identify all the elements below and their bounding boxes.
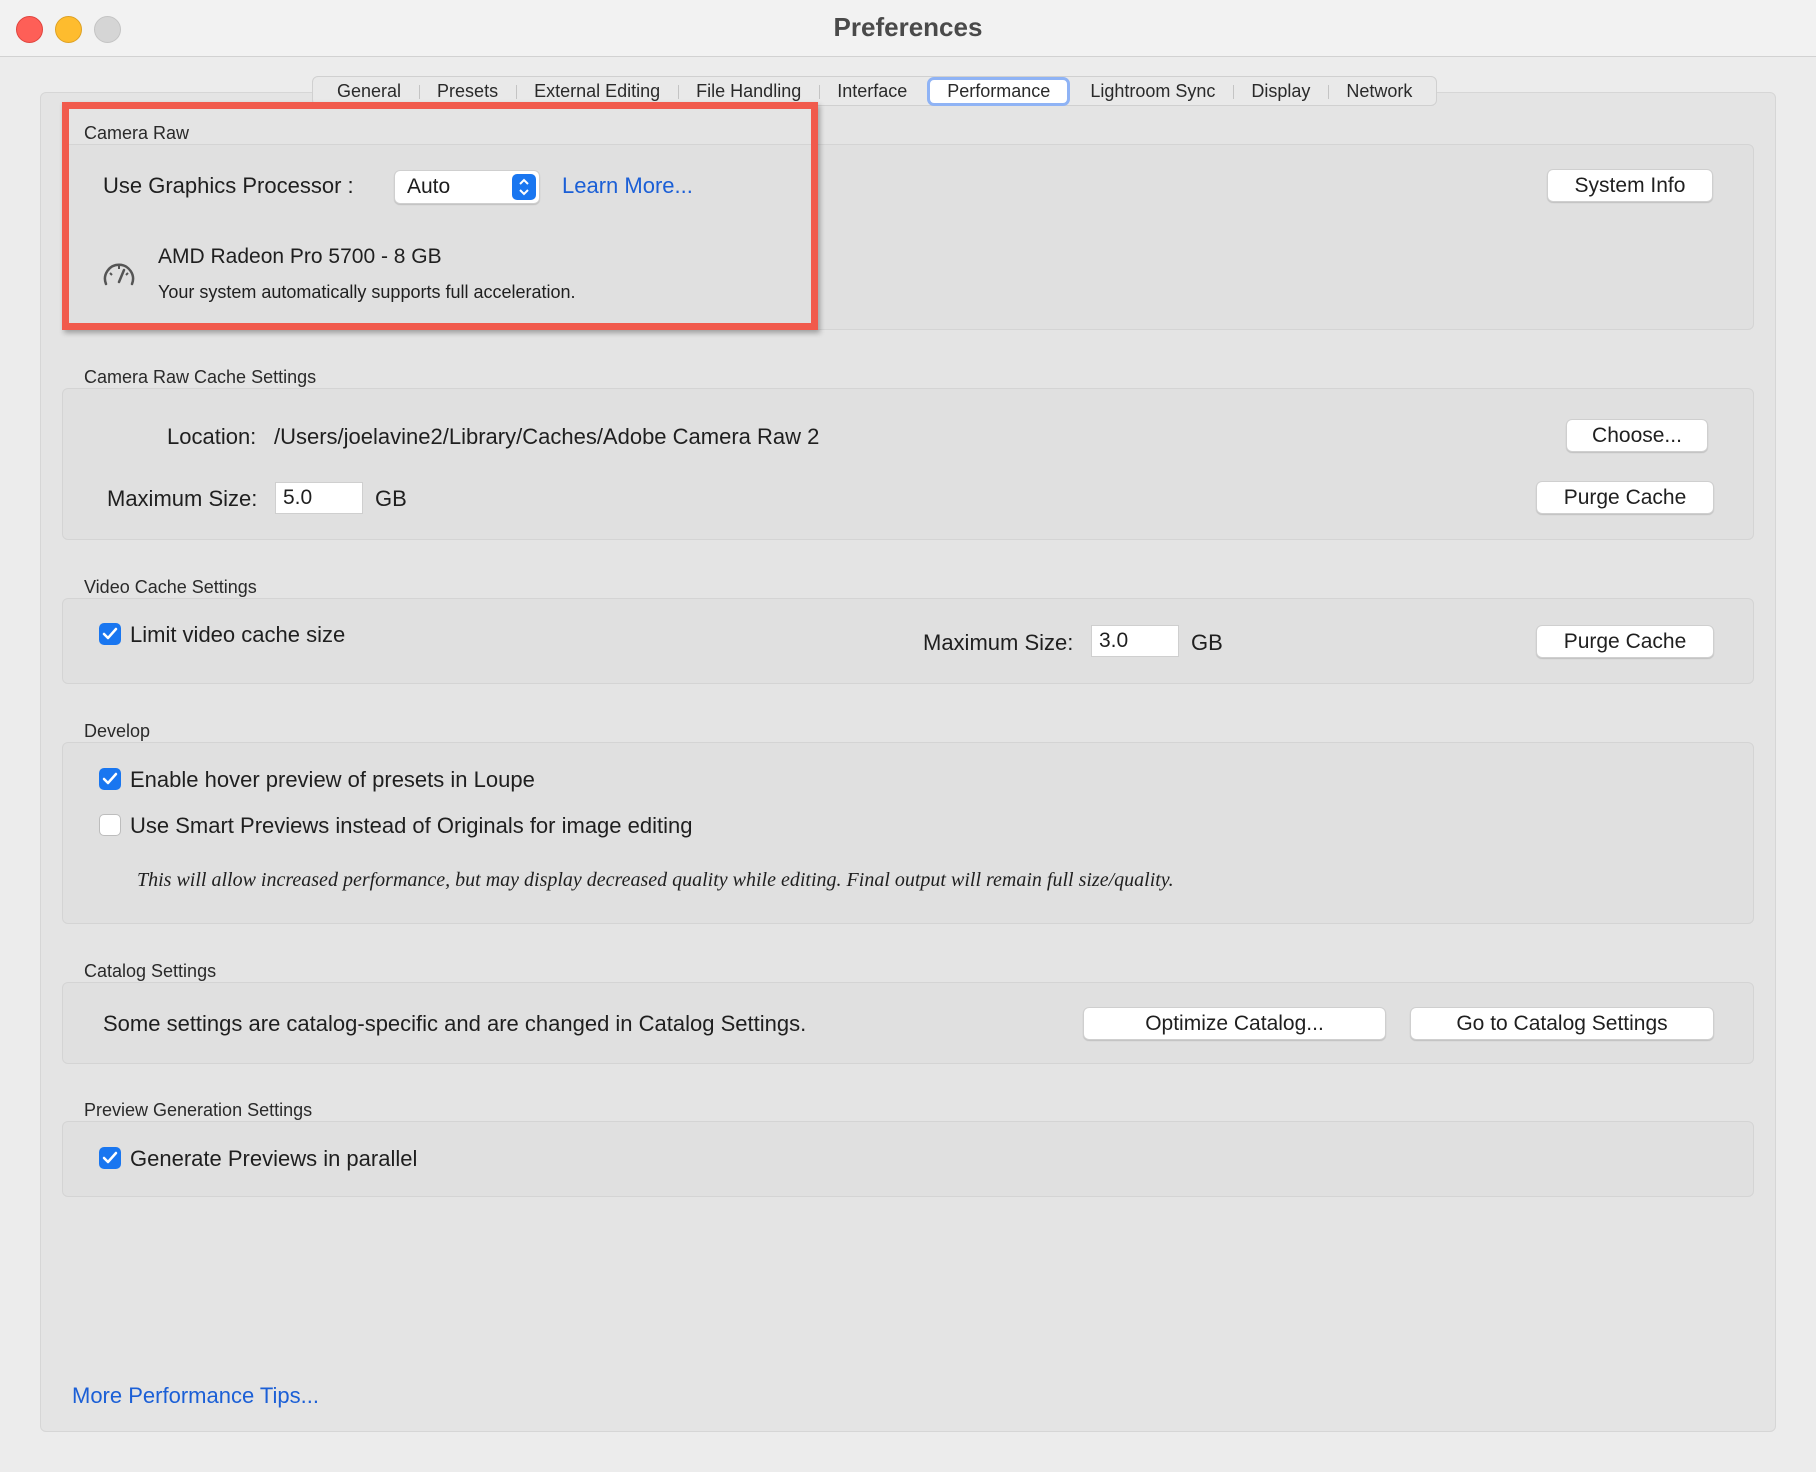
catalog-panel: Some settings are catalog-specific and a… xyxy=(62,982,1754,1064)
cache-max-size-label: Maximum Size: xyxy=(107,486,258,511)
window-title: Preferences xyxy=(833,12,983,42)
more-performance-tips-link[interactable]: More Performance Tips... xyxy=(72,1383,319,1409)
smart-previews-label: Use Smart Previews instead of Originals … xyxy=(130,813,693,838)
tab-display[interactable]: Display xyxy=(1233,79,1328,104)
tab-general[interactable]: General xyxy=(319,79,419,104)
hover-preview-label: Enable hover preview of presets in Loupe xyxy=(130,767,535,792)
system-info-button[interactable]: System Info xyxy=(1547,169,1713,202)
limit-video-cache-label: Limit video cache size xyxy=(130,622,346,647)
tab-network[interactable]: Network xyxy=(1328,79,1430,104)
tab-external-editing[interactable]: External Editing xyxy=(516,79,678,104)
limit-video-cache-checkbox[interactable] xyxy=(99,623,121,645)
video-section-title: Video Cache Settings xyxy=(84,577,257,597)
tab-lightroom-sync[interactable]: Lightroom Sync xyxy=(1072,79,1233,104)
tab-file-handling[interactable]: File Handling xyxy=(678,79,819,104)
generate-parallel-checkbox[interactable] xyxy=(99,1147,121,1169)
generate-parallel-label: Generate Previews in parallel xyxy=(130,1146,418,1171)
preview-section-title: Preview Generation Settings xyxy=(84,1100,313,1120)
video-panel: Limit video cache size Maximum Size: GB … xyxy=(62,598,1754,684)
optimize-catalog-button[interactable]: Optimize Catalog... xyxy=(1083,1007,1386,1040)
develop-panel: Enable hover preview of presets in Loupe… xyxy=(62,742,1754,924)
purge-cache-button[interactable]: Purge Cache xyxy=(1536,481,1714,514)
cache-unit: GB xyxy=(375,486,407,511)
catalog-info-text: Some settings are catalog-specific and a… xyxy=(103,1011,807,1036)
choose-button[interactable]: Choose... xyxy=(1566,419,1708,452)
cache-section-title: Camera Raw Cache Settings xyxy=(84,367,317,387)
location-value: /Users/joelavine2/Library/Caches/Adobe C… xyxy=(274,424,820,449)
smart-previews-note: This will allow increased performance, b… xyxy=(137,869,1174,891)
tab-interface[interactable]: Interface xyxy=(819,79,925,104)
catalog-section-title: Catalog Settings xyxy=(84,961,217,981)
video-max-size-label: Maximum Size: xyxy=(923,630,1074,655)
cache-panel: Location: /Users/joelavine2/Library/Cach… xyxy=(62,388,1754,540)
develop-section-title: Develop xyxy=(84,721,151,741)
tab-performance[interactable]: Performance xyxy=(927,76,1071,106)
video-unit: GB xyxy=(1191,630,1223,655)
cache-max-size-input[interactable] xyxy=(275,482,363,514)
preview-panel: Generate Previews in parallel xyxy=(62,1121,1754,1197)
hover-preview-checkbox[interactable] xyxy=(99,768,121,790)
video-max-size-input[interactable] xyxy=(1091,625,1179,657)
smart-previews-checkbox[interactable] xyxy=(99,814,121,836)
video-purge-cache-button[interactable]: Purge Cache xyxy=(1536,625,1714,658)
highlight-annotation-box xyxy=(62,102,818,330)
go-to-catalog-settings-button[interactable]: Go to Catalog Settings xyxy=(1410,1007,1714,1040)
tab-presets[interactable]: Presets xyxy=(419,79,516,104)
location-label: Location: xyxy=(167,424,257,449)
title-bar: Preferences xyxy=(0,0,1816,57)
